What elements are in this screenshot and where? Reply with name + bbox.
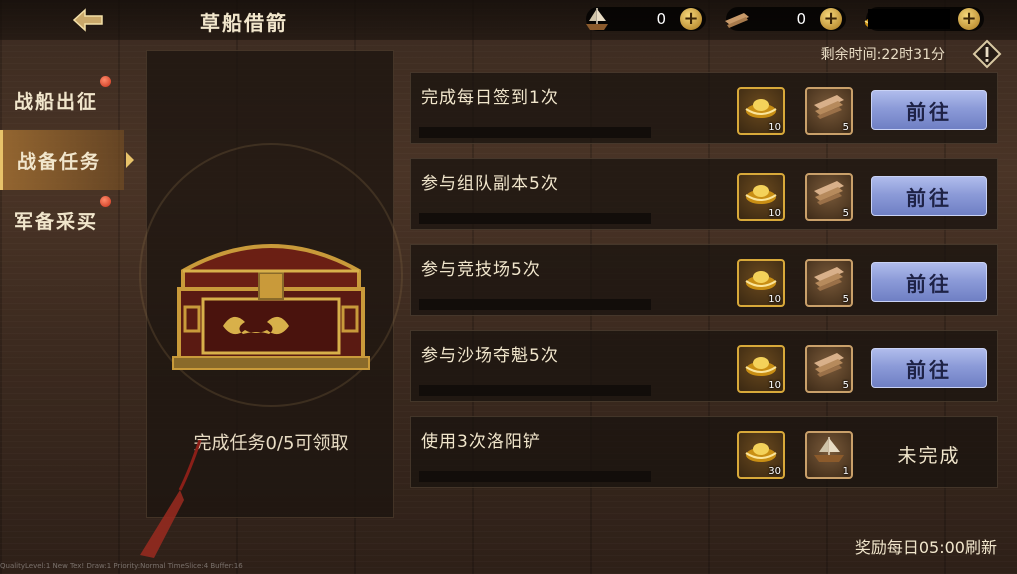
reward-count: 5: [842, 122, 849, 133]
boat-icon: [814, 437, 844, 462]
notification-dot: [100, 76, 111, 87]
reward-count: 5: [842, 380, 849, 391]
task-title: 参与沙场夺魁5次: [421, 346, 559, 366]
resource-boat: 0 +: [586, 7, 706, 31]
treasure-chest-icon[interactable]: [163, 211, 379, 381]
reward-count: 10: [768, 208, 781, 219]
task-progress-bar: [419, 213, 651, 224]
add-gold-button[interactable]: +: [958, 8, 980, 30]
back-arrow-icon: [72, 8, 103, 32]
alert-diamond-icon: [972, 39, 1002, 69]
resource-gold: +: [864, 7, 984, 31]
active-arrow-icon: [126, 152, 134, 168]
top-bar: 草船借箭 0 + 0 + +: [0, 0, 1017, 40]
go-button[interactable]: 前往: [871, 262, 987, 302]
task-progress-bar: [419, 299, 651, 310]
reward-count: 10: [768, 380, 781, 391]
sidebar-item-label: 军备采买: [14, 210, 99, 233]
notification-dot: [100, 196, 111, 207]
go-button[interactable]: 前往: [871, 90, 987, 130]
reward-boat[interactable]: 1: [805, 431, 853, 479]
boat-count: 0: [656, 10, 666, 28]
wood-icon: [725, 13, 749, 28]
reward-gold-ingot[interactable]: 10: [737, 87, 785, 135]
reward-count: 10: [768, 294, 781, 305]
reward-gold-ingot[interactable]: 10: [737, 345, 785, 393]
reward-gold-ingot[interactable]: 10: [737, 173, 785, 221]
task-row: 参与沙场夺魁5次 10 5 前往: [410, 330, 998, 402]
wood-icon: [814, 353, 844, 377]
wood-count: 0: [796, 10, 806, 28]
back-button[interactable]: [66, 4, 110, 36]
gold-ingot-icon: [745, 357, 777, 376]
task-row: 完成每日签到1次 10 5 前往: [410, 72, 998, 144]
add-wood-button[interactable]: +: [820, 8, 842, 30]
reward-count: 5: [842, 294, 849, 305]
gold-ingot-icon: [745, 271, 777, 290]
add-boat-button[interactable]: +: [680, 8, 702, 30]
sidebar-item-military-purchase[interactable]: 军备采买: [0, 190, 140, 250]
task-progress-bar: [419, 385, 651, 396]
reward-count: 10: [768, 122, 781, 133]
reward-count: 5: [842, 208, 849, 219]
reward-wood[interactable]: 5: [805, 259, 853, 307]
task-title: 参与竞技场5次: [421, 260, 541, 280]
tassel-decoration: [140, 440, 202, 558]
reward-count: 30: [768, 466, 781, 477]
gold-ingot-icon: [745, 185, 777, 204]
task-title: 使用3次洛阳铲: [421, 432, 541, 452]
task-title: 参与组队副本5次: [421, 174, 559, 194]
resource-wood: 0 +: [725, 7, 846, 31]
sidebar-item-war-prep-tasks[interactable]: 战备任务: [0, 130, 134, 190]
sidebar: 战船出征 战备任务 军备采买: [0, 70, 140, 250]
reward-count: 1: [842, 466, 849, 477]
gold-ingot-icon: [745, 99, 777, 118]
task-row: 使用3次洛阳铲 30 1 未完成: [410, 416, 998, 488]
boat-icon: [586, 8, 608, 30]
task-row: 参与竞技场5次 10 5 前往: [410, 244, 998, 316]
help-button[interactable]: [971, 38, 1003, 70]
task-progress-bar: [419, 471, 651, 482]
reward-gold-ingot[interactable]: 30: [737, 431, 785, 479]
reward-wood[interactable]: 5: [805, 173, 853, 221]
remaining-time: 剩余时间:22时31分: [820, 47, 945, 63]
debug-overlay-text: QualityLevel:1 New Tex! Draw:1 Priority:…: [0, 562, 243, 570]
task-title: 完成每日签到1次: [421, 88, 559, 108]
go-button[interactable]: 前往: [871, 176, 987, 216]
reward-wood[interactable]: 5: [805, 87, 853, 135]
gold-ingot-icon: [745, 443, 777, 462]
reward-wood[interactable]: 5: [805, 345, 853, 393]
go-button[interactable]: 前往: [871, 348, 987, 388]
wood-icon: [814, 95, 844, 119]
wood-icon: [814, 181, 844, 205]
gold-count: [868, 9, 950, 29]
reward-gold-ingot[interactable]: 10: [737, 259, 785, 307]
page-title: 草船借箭: [200, 11, 288, 35]
refresh-notice: 奖励每日05:00刷新: [854, 538, 997, 557]
task-status-incomplete: 未完成: [897, 445, 961, 467]
task-row: 参与组队副本5次 10 5 前往: [410, 158, 998, 230]
task-progress-bar: [419, 127, 651, 138]
sidebar-item-label: 战备任务: [17, 150, 102, 173]
sidebar-item-warship-expedition[interactable]: 战船出征: [0, 70, 140, 130]
sidebar-item-label: 战船出征: [14, 90, 99, 113]
wood-icon: [814, 267, 844, 291]
